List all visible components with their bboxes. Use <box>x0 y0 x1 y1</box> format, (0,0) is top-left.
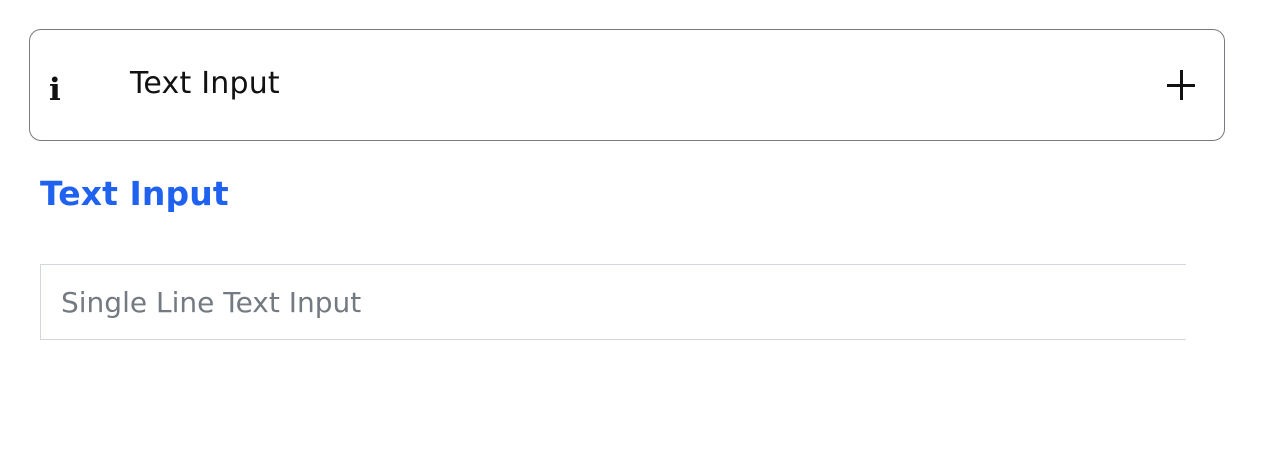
text-input-label: Text Input <box>40 174 229 213</box>
single-line-text-input[interactable] <box>40 264 1186 340</box>
plus-icon[interactable] <box>1167 70 1197 100</box>
accordion-title: Text Input <box>130 66 280 101</box>
info-icon: i <box>49 72 61 108</box>
accordion-header[interactable]: i Text Input <box>29 29 1225 141</box>
